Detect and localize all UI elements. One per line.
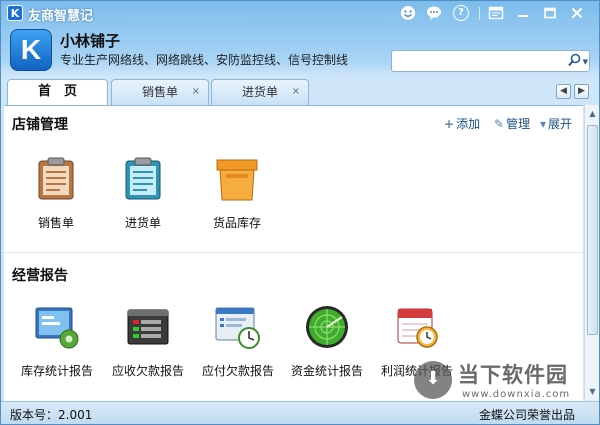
app-title: 友商智慧记	[28, 9, 94, 24]
tile-label: 销售单	[37, 216, 74, 230]
clipboard-blue-icon	[120, 156, 166, 202]
version-label: 版本号：2.001	[10, 408, 93, 422]
tile-label: 应收欠款报告	[111, 364, 184, 378]
expand-label: 展开	[548, 117, 573, 131]
watermark-url: www.downxia.com	[462, 389, 571, 400]
tab-label: 进货单	[241, 85, 278, 99]
tab-label: 首 页	[37, 84, 77, 99]
radar-icon	[304, 304, 350, 350]
tab-sales-order[interactable]: 销售单 ×	[111, 79, 209, 105]
titlebar-divider	[479, 7, 480, 20]
tile-payables-report[interactable]: 应付欠款报告	[198, 304, 278, 379]
tile-funds-report[interactable]: 资金统计报告	[287, 304, 367, 379]
add-button[interactable]: + 添加	[444, 115, 480, 132]
tab-close-icon[interactable]: ×	[292, 80, 300, 104]
status-bar: 版本号：2.001 金蝶公司荣誉出品	[1, 401, 599, 424]
expand-button[interactable]: ▾ 展开	[540, 115, 572, 132]
window-clock-icon	[215, 304, 261, 350]
tile-label: 库存统计报告	[20, 364, 93, 378]
vertical-scrollbar[interactable]: ▲ ▼	[584, 105, 599, 401]
section-title: 店铺管理	[12, 117, 68, 133]
app-window: K 友商智慧记 ? K 小林铺子 专业生产网络线、网络跳线、安防监控线、信号控制…	[0, 0, 600, 425]
shop-name: 小林铺子	[60, 32, 121, 50]
smiley-icon[interactable]	[399, 5, 416, 21]
close-icon[interactable]	[568, 5, 585, 21]
wrench-icon: ✎	[494, 117, 505, 131]
report-section-header: 经营报告	[4, 259, 583, 287]
section-divider	[4, 252, 583, 253]
search-input[interactable]: ▼	[391, 50, 590, 72]
shop-description: 专业生产网络线、网络跳线、安防监控线、信号控制线	[60, 53, 349, 67]
tab-scroll-right-icon[interactable]: ▶	[574, 84, 589, 99]
scroll-up-icon[interactable]: ▲	[586, 107, 599, 121]
watermark-text: 当下软件园	[458, 363, 568, 387]
search-dropdown-icon[interactable]: ▼	[583, 58, 588, 66]
scrollbar-thumb[interactable]	[587, 125, 598, 335]
manage-label: 管理	[506, 117, 531, 131]
clipboard-orange-icon	[33, 156, 79, 202]
tab-close-icon[interactable]: ×	[192, 80, 200, 104]
tile-inventory[interactable]: 货品库存	[197, 156, 277, 231]
credit-label: 金蝶公司荣誉出品	[478, 408, 575, 422]
tile-label: 货品库存	[212, 216, 261, 230]
chat-icon[interactable]	[425, 5, 442, 21]
tab-scroll-left-icon[interactable]: ◀	[556, 84, 571, 99]
add-label: 添加	[456, 117, 481, 131]
section-title: 经营报告	[12, 268, 68, 284]
store-section-header: 店铺管理 + 添加 ✎ 管理 ▾ 展开	[4, 108, 583, 136]
main-content: 店铺管理 + 添加 ✎ 管理 ▾ 展开 销售单 进货单 货品库存 经营报告 库存…	[4, 105, 583, 401]
calendar-clock-icon	[394, 304, 440, 350]
window-list-icon	[125, 304, 171, 350]
download-arrow-icon: ⬇	[414, 361, 452, 399]
scroll-down-icon[interactable]: ▼	[586, 385, 599, 399]
tile-inventory-report[interactable]: 库存统计报告	[17, 304, 97, 379]
app-logo-icon: K	[7, 5, 23, 21]
shop-logo: K	[10, 29, 52, 71]
manage-button[interactable]: ✎ 管理	[494, 115, 530, 132]
tile-label: 应付欠款报告	[201, 364, 274, 378]
watermark: ⬇ 当下软件园 www.downxia.com	[414, 359, 584, 403]
title-bar: K 友商智慧记 ?	[1, 1, 599, 25]
tile-purchase-order[interactable]: 进货单	[103, 156, 183, 231]
skin-icon[interactable]	[487, 5, 504, 21]
monitor-gear-icon	[34, 304, 80, 350]
plus-icon: +	[444, 117, 455, 131]
tile-label: 资金统计报告	[290, 364, 363, 378]
tab-purchase-order[interactable]: 进货单 ×	[211, 79, 309, 105]
tab-bar: 首 页 销售单 × 进货单 × ◀ ▶	[1, 79, 599, 106]
tile-label: 进货单	[124, 216, 161, 230]
tile-sales-order[interactable]: 销售单	[16, 156, 96, 231]
minimize-icon[interactable]	[514, 5, 531, 21]
maximize-icon[interactable]	[541, 5, 558, 21]
box-icon	[214, 156, 260, 202]
tile-receivables-report[interactable]: 应收欠款报告	[108, 304, 188, 379]
tab-label: 销售单	[141, 85, 178, 99]
expand-arrow-icon: ▾	[540, 117, 547, 131]
help-icon[interactable]: ?	[453, 5, 469, 21]
search-icon[interactable]	[568, 53, 581, 71]
tab-home[interactable]: 首 页	[7, 79, 108, 106]
